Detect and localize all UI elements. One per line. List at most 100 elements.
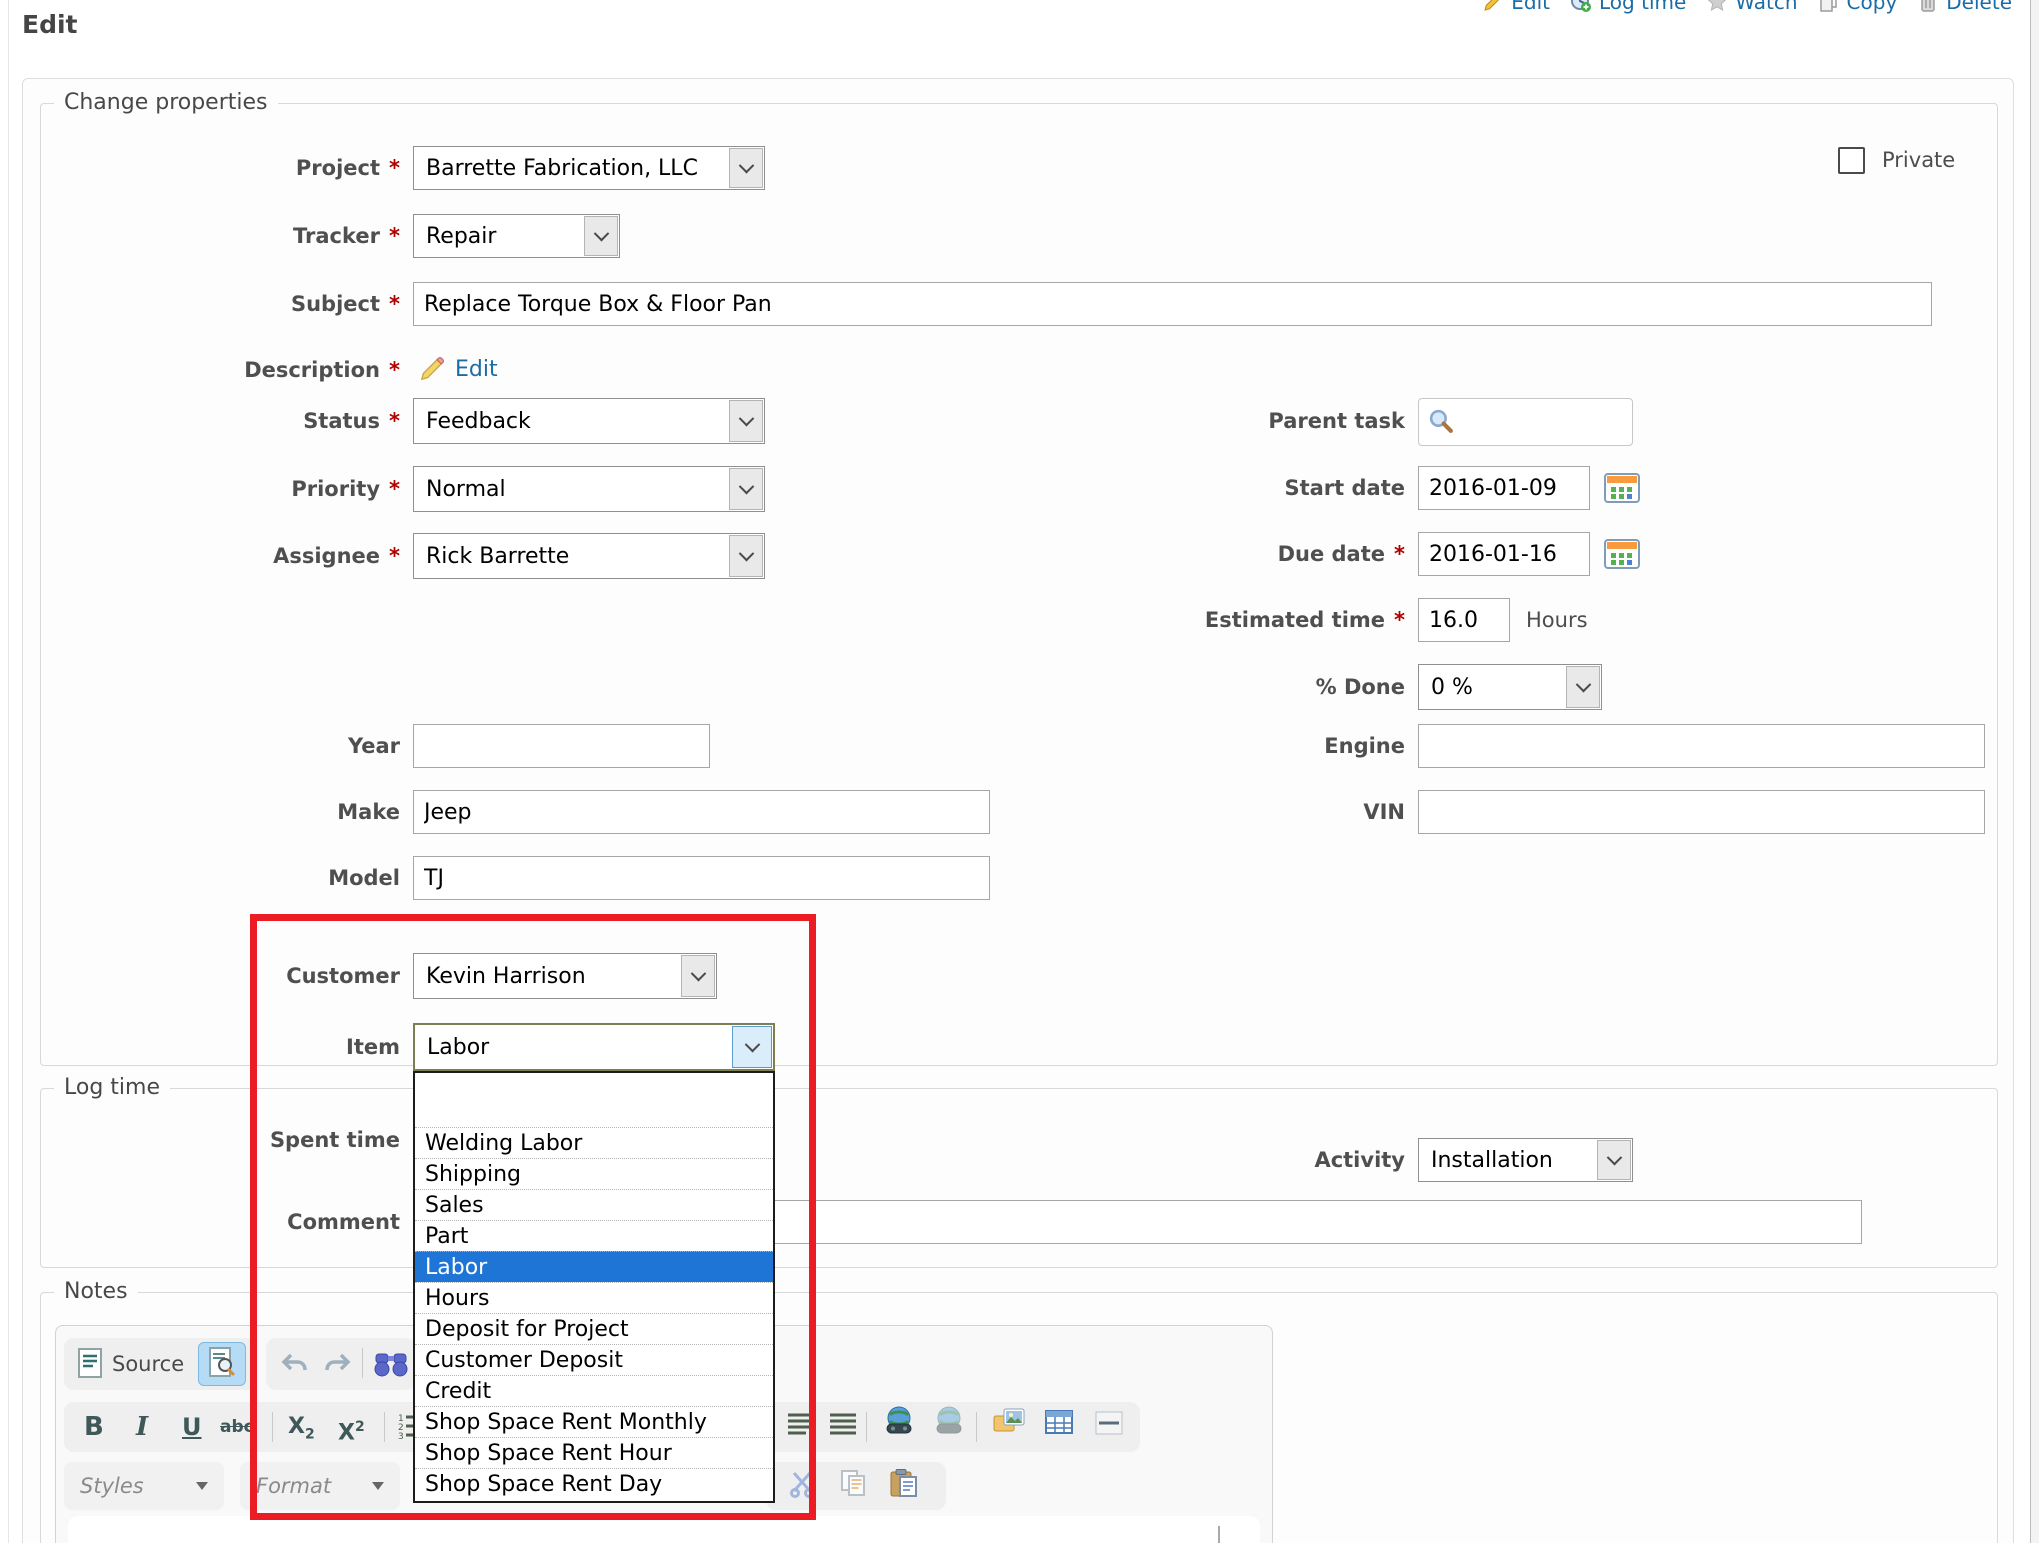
format-dropdown[interactable]: Format	[240, 1462, 400, 1510]
item-select[interactable]: Labor	[413, 1023, 775, 1071]
project-select-button[interactable]	[729, 148, 763, 188]
dropdown-option[interactable]: Credit	[415, 1375, 773, 1406]
log-time-action-link[interactable]: Log time	[1570, 0, 1686, 14]
bold-icon[interactable]: B	[84, 1402, 104, 1452]
calendar-icon[interactable]	[1604, 538, 1640, 574]
justify-icon[interactable]	[786, 1412, 816, 1442]
copy-action-link[interactable]: Copy	[1818, 0, 1898, 14]
link-icon[interactable]	[882, 1406, 916, 1440]
horizontal-rule-icon[interactable]	[1094, 1410, 1124, 1440]
subscript-icon[interactable]: X2	[288, 1402, 315, 1452]
align-icon[interactable]	[828, 1412, 858, 1442]
dropdown-option-selected[interactable]: Labor	[415, 1251, 773, 1282]
priority-select-button[interactable]	[729, 468, 763, 510]
dropdown-option[interactable]: Shop Space Rent Hour	[415, 1437, 773, 1468]
source-icon[interactable]	[78, 1348, 102, 1382]
pencil-icon	[418, 355, 446, 387]
model-input[interactable]	[413, 856, 990, 900]
redo-icon[interactable]	[322, 1350, 352, 1380]
table-icon[interactable]	[1044, 1408, 1074, 1440]
dropdown-option[interactable]: Deposit for Project	[415, 1313, 773, 1344]
start-date-label: Start date	[1020, 466, 1405, 510]
model-label: Model	[30, 856, 400, 900]
vertical-scrollbar[interactable]	[2030, 0, 2039, 1543]
customer-label: Customer	[30, 953, 400, 999]
notes-text-area[interactable]	[68, 1516, 1260, 1543]
priority-label: Priority*	[30, 466, 400, 512]
preview-button[interactable]	[198, 1342, 246, 1386]
edit-action-link[interactable]: Edit	[1482, 0, 1550, 14]
status-select-button[interactable]	[729, 400, 763, 442]
issue-action-toolbar: Edit Log time Watch Copy Delete	[1482, 0, 2012, 19]
dropdown-option[interactable]: Shop Space Rent Day	[415, 1468, 773, 1499]
required-asterisk: *	[1394, 542, 1405, 566]
year-input[interactable]	[413, 724, 710, 768]
preview-icon	[209, 1347, 235, 1381]
dropdown-option[interactable]: Part	[415, 1220, 773, 1251]
source-button[interactable]: Source	[112, 1338, 184, 1390]
dropdown-option[interactable]: Shipping	[415, 1158, 773, 1189]
subject-input[interactable]	[413, 282, 1932, 326]
caret-down-icon	[196, 1482, 208, 1490]
private-checkbox[interactable]	[1838, 147, 1865, 174]
required-asterisk: *	[389, 156, 400, 180]
start-date-input[interactable]	[1418, 466, 1590, 510]
status-select[interactable]: Feedback	[413, 398, 765, 444]
chevron-down-icon	[690, 965, 706, 981]
percent-done-select-button[interactable]	[1566, 666, 1600, 708]
log-time-legend: Log time	[54, 1075, 170, 1100]
watch-action-link[interactable]: Watch	[1706, 0, 1797, 14]
tracker-select[interactable]: Repair	[413, 214, 620, 258]
dropdown-option[interactable]	[415, 1073, 773, 1127]
vin-input[interactable]	[1418, 790, 1985, 834]
strikethrough-icon[interactable]: abc	[220, 1402, 254, 1452]
superscript-icon[interactable]: X2	[338, 1402, 365, 1452]
make-label: Make	[30, 790, 400, 834]
image-icon[interactable]	[992, 1406, 1026, 1438]
undo-icon[interactable]	[280, 1350, 310, 1380]
activity-select[interactable]: Installation	[1418, 1138, 1633, 1182]
dropdown-option[interactable]: Hours	[415, 1282, 773, 1313]
dropdown-option[interactable]: Welding Labor	[415, 1127, 773, 1158]
calendar-icon[interactable]	[1604, 472, 1640, 508]
customer-select[interactable]: Kevin Harrison	[413, 953, 717, 999]
styles-dropdown[interactable]: Styles	[64, 1462, 224, 1510]
assignee-select-button[interactable]	[729, 535, 763, 577]
trash-icon	[1917, 0, 1939, 13]
engine-input[interactable]	[1418, 724, 1985, 768]
description-edit-link[interactable]: Edit	[455, 350, 498, 390]
comment-label: Comment	[30, 1200, 400, 1244]
unlink-icon[interactable]	[932, 1406, 966, 1440]
underline-icon[interactable]: U	[182, 1402, 202, 1452]
priority-select[interactable]: Normal	[413, 466, 765, 512]
required-asterisk: *	[389, 358, 400, 382]
delete-action-link[interactable]: Delete	[1917, 0, 2012, 14]
dropdown-option[interactable]: Shop Space Rent Monthly	[415, 1406, 773, 1437]
description-label: Description*	[30, 350, 400, 390]
customer-select-value: Kevin Harrison	[414, 954, 680, 998]
year-label: Year	[30, 724, 400, 768]
scroll-up-icon[interactable]	[1218, 1528, 1220, 1543]
activity-select-button[interactable]	[1597, 1140, 1631, 1180]
content-left-border	[8, 0, 9, 1543]
estimated-time-input[interactable]	[1418, 598, 1510, 642]
percent-done-select[interactable]: 0 %	[1418, 664, 1602, 710]
project-select[interactable]: Barrette Fabrication, LLC	[413, 146, 765, 190]
dropdown-option[interactable]: Customer Deposit	[415, 1344, 773, 1375]
make-input[interactable]	[413, 790, 990, 834]
copy-document-icon[interactable]	[838, 1468, 868, 1502]
item-select-button[interactable]	[732, 1026, 772, 1068]
find-icon[interactable]	[374, 1350, 408, 1382]
due-date-input[interactable]	[1418, 532, 1590, 576]
required-asterisk: *	[1394, 608, 1405, 632]
cut-icon[interactable]	[788, 1470, 818, 1502]
toolbar-divider	[866, 1412, 867, 1442]
customer-select-button[interactable]	[681, 955, 715, 997]
required-asterisk: *	[389, 224, 400, 248]
dropdown-option[interactable]: Sales	[415, 1189, 773, 1220]
italic-icon[interactable]: I	[136, 1402, 148, 1452]
private-label: Private	[1882, 147, 1955, 174]
paste-icon[interactable]	[888, 1468, 918, 1502]
assignee-select[interactable]: Rick Barrette	[413, 533, 765, 579]
tracker-select-button[interactable]	[584, 216, 618, 256]
